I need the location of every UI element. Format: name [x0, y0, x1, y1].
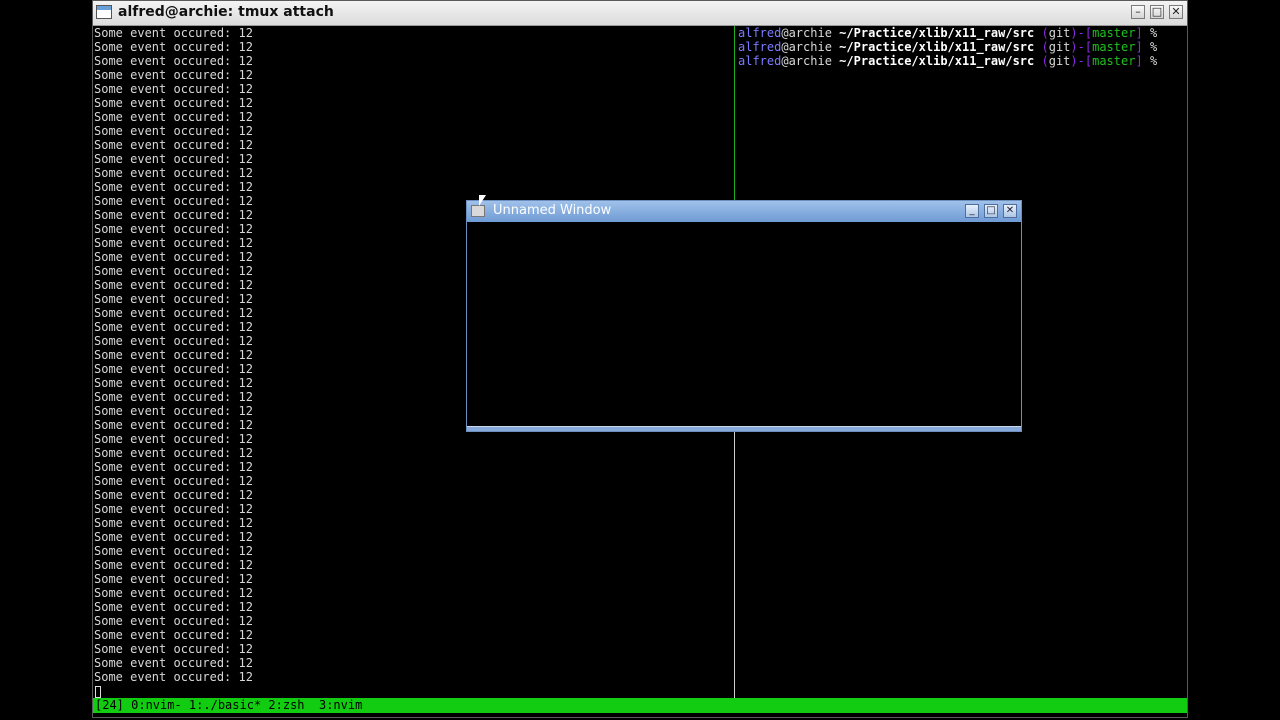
prompt-path: ~/Practice/xlib/x11_raw/src: [839, 26, 1035, 40]
output-line: Some event occured: 12: [94, 474, 253, 488]
prompt-symbol: %: [1149, 26, 1158, 40]
output-line: Some event occured: 12: [94, 460, 253, 474]
prompt-path: ~/Practice/xlib/x11_raw/src: [839, 54, 1035, 68]
prompt-branch: master: [1092, 40, 1136, 54]
output-line: Some event occured: 12: [94, 152, 253, 166]
output-line: Some event occured: 12: [94, 502, 253, 516]
window-app-icon: [471, 205, 485, 217]
shell-prompt-line: alfred@archie ~/Practice/xlib/x11_raw/sr…: [738, 40, 1178, 54]
output-line: Some event occured: 12: [94, 628, 253, 642]
pane-divider-active[interactable]: [734, 26, 735, 204]
prompt-paren-open: (: [1041, 40, 1049, 54]
prompt-git: git: [1048, 26, 1071, 40]
shell-prompt-line: alfred@archie ~/Practice/xlib/x11_raw/sr…: [738, 26, 1178, 40]
prompt-bracket-close: ]: [1135, 40, 1143, 54]
output-line: Some event occured: 12: [94, 68, 253, 82]
output-line: Some event occured: 12: [94, 488, 253, 502]
prompt-host: @archie: [781, 26, 832, 40]
prompt-paren-open: (: [1041, 54, 1049, 68]
popup-maximize-button[interactable]: □: [984, 204, 998, 218]
popup-title: Unnamed Window: [493, 203, 612, 218]
terminal-app-icon: [96, 5, 112, 19]
output-line: Some event occured: 12: [94, 110, 253, 124]
prompt-user: alfred: [738, 54, 782, 68]
output-line: Some event occured: 12: [94, 26, 253, 40]
terminal-cursor: [95, 686, 101, 698]
minimize-button[interactable]: –: [1131, 5, 1145, 19]
prompt-git: git: [1048, 54, 1071, 68]
prompt-user: alfred: [738, 26, 782, 40]
output-line: Some event occured: 12: [94, 586, 253, 600]
prompt-dash: -: [1077, 26, 1085, 40]
output-line: Some event occured: 12: [94, 530, 253, 544]
output-line: Some event occured: 12: [94, 138, 253, 152]
output-line: Some event occured: 12: [94, 572, 253, 586]
prompt-paren-close: ): [1070, 26, 1078, 40]
popup-titlebar[interactable]: Unnamed Window _ □ ✕: [467, 201, 1021, 222]
output-line: Some event occured: 12: [94, 180, 253, 194]
output-line: Some event occured: 12: [94, 124, 253, 138]
output-line: Some event occured: 12: [94, 656, 253, 670]
output-line: Some event occured: 12: [94, 614, 253, 628]
output-line: Some event occured: 12: [94, 446, 253, 460]
prompt-paren-close: ): [1070, 54, 1078, 68]
output-line: Some event occured: 12: [94, 54, 253, 68]
prompt-bracket-close: ]: [1135, 54, 1143, 68]
close-button[interactable]: ✕: [1169, 5, 1183, 19]
prompt-paren-open: (: [1041, 26, 1049, 40]
prompt-host: @archie: [781, 40, 832, 54]
output-line: Some event occured: 12: [94, 40, 253, 54]
window-titlebar[interactable]: alfred@archie: tmux attach – □ ✕: [93, 1, 1187, 26]
unnamed-x-window[interactable]: Unnamed Window _ □ ✕: [466, 200, 1022, 432]
output-line: Some event occured: 12: [94, 96, 253, 110]
maximize-button[interactable]: □: [1150, 5, 1164, 19]
prompt-bracket-close: ]: [1135, 26, 1143, 40]
output-line: Some event occured: 12: [94, 600, 253, 614]
prompt-paren-close: ): [1070, 40, 1078, 54]
shell-prompt-line: alfred@archie ~/Practice/xlib/x11_raw/sr…: [738, 54, 1178, 68]
output-line: Some event occured: 12: [94, 642, 253, 656]
right-tmux-pane[interactable]: alfred@archie ~/Practice/xlib/x11_raw/sr…: [738, 26, 1178, 126]
output-line: Some event occured: 12: [94, 516, 253, 530]
prompt-branch: master: [1092, 54, 1136, 68]
popup-resize-border[interactable]: [467, 426, 1021, 431]
output-line: Some event occured: 12: [94, 558, 253, 572]
popup-close-button[interactable]: ✕: [1003, 204, 1017, 218]
prompt-dash: -: [1077, 54, 1085, 68]
prompt-symbol: %: [1149, 40, 1158, 54]
mouse-pointer-icon: [479, 195, 486, 206]
prompt-user: alfred: [738, 40, 782, 54]
window-title: alfred@archie: tmux attach: [118, 4, 334, 20]
tmux-status-bar: [24] 0:nvim- 1:./basic* 2:zsh 3:nvim: [93, 698, 1187, 713]
prompt-path: ~/Practice/xlib/x11_raw/src: [839, 40, 1035, 54]
prompt-branch: master: [1092, 26, 1136, 40]
output-line: Some event occured: 12: [94, 670, 253, 684]
output-line: Some event occured: 12: [94, 166, 253, 180]
prompt-symbol: %: [1149, 54, 1158, 68]
prompt-git: git: [1048, 40, 1071, 54]
prompt-dash: -: [1077, 40, 1085, 54]
pane-divider[interactable]: [734, 431, 735, 699]
popup-minimize-button[interactable]: _: [965, 204, 979, 218]
output-line: Some event occured: 12: [94, 432, 253, 446]
output-line: Some event occured: 12: [94, 544, 253, 558]
prompt-host: @archie: [781, 54, 832, 68]
output-line: Some event occured: 12: [94, 82, 253, 96]
